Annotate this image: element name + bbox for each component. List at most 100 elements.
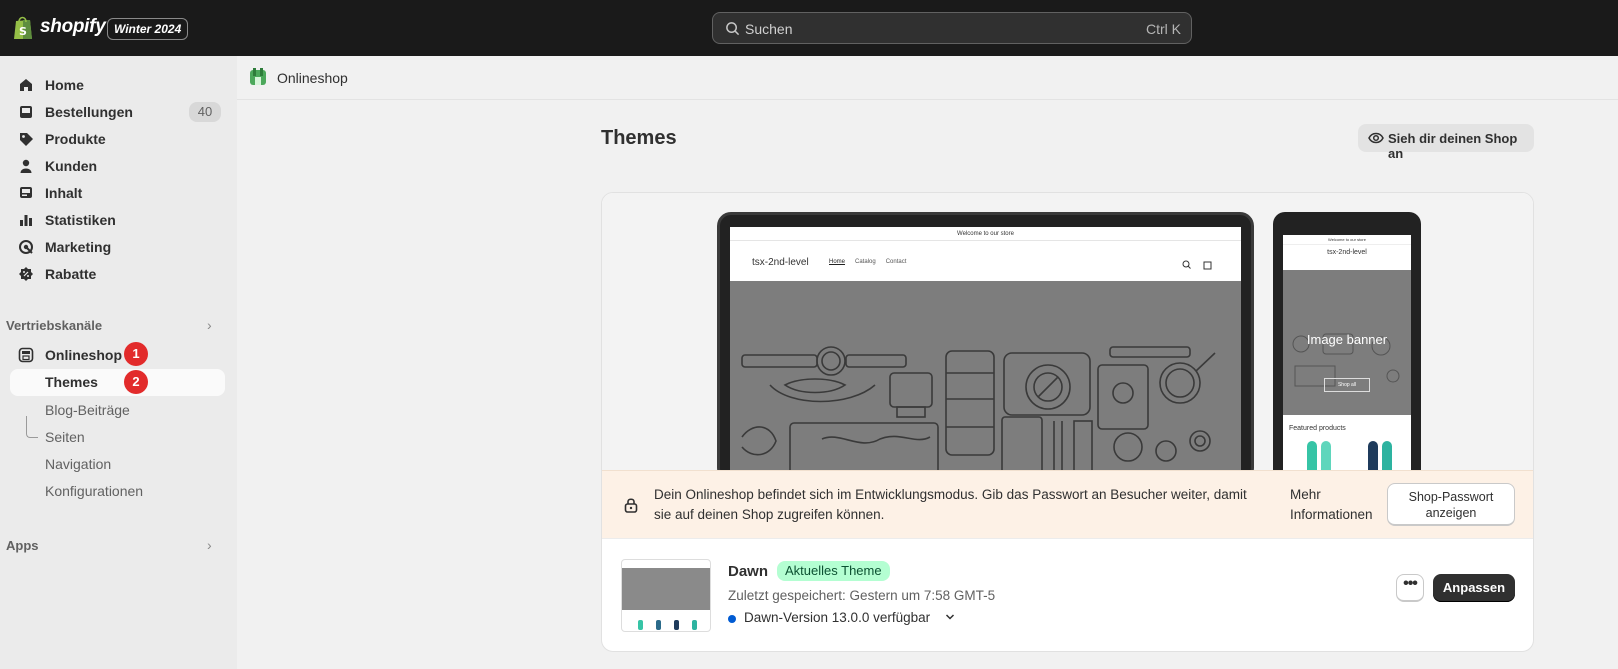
development-mode-text: Dein Onlineshop befindet sich im Entwick…	[654, 487, 1247, 522]
last-saved-text: Zuletzt gespeichert: Gestern um 7:58 GMT…	[728, 588, 996, 603]
chevron-right-icon[interactable]: ›	[207, 537, 212, 553]
sidebar-item-statistiken[interactable]: Statistiken	[10, 207, 225, 233]
logo-text: shopify	[40, 16, 106, 37]
preview-header-icons	[1182, 260, 1212, 270]
update-dot-icon	[728, 615, 736, 623]
orders-icon	[20, 106, 32, 118]
sidebar-item-inhalt[interactable]: Inhalt	[10, 180, 225, 206]
thumbnail-product	[674, 620, 679, 630]
preview-nav: Home Catalog Contact	[829, 259, 906, 265]
sidebar: Home Bestellungen 40 Produkte Kunden Inh…	[0, 56, 237, 669]
home-icon	[20, 79, 32, 91]
sidebar-item-rabatte[interactable]: Rabatte	[10, 261, 225, 287]
development-mode-banner: Dein Onlineshop befindet sich im Entwick…	[602, 470, 1533, 538]
preview-store-name: tsx-2nd-level	[752, 257, 809, 268]
sidebar-item-label: Bestellungen	[45, 104, 133, 120]
sidebar-item-label: Inhalt	[45, 185, 83, 201]
content-icon	[20, 187, 32, 198]
view-shop-label: Sieh dir deinen Shop an	[1388, 131, 1518, 161]
sidebar-item-label: Kunden	[45, 158, 98, 174]
sidebar-item-bestellungen[interactable]: Bestellungen 40	[10, 99, 225, 125]
mobile-announcement: Welcome to our store	[1283, 235, 1411, 245]
sidebar-item-produkte[interactable]: Produkte	[10, 126, 225, 152]
sales-channels-heading[interactable]: Vertriebskanäle	[6, 318, 102, 333]
show-password-button[interactable]: Shop-Passwort anzeigen	[1387, 483, 1515, 526]
chevron-right-icon[interactable]: ›	[207, 317, 212, 333]
sidebar-item-label: Statistiken	[45, 212, 116, 228]
orders-count-badge: 40	[189, 102, 221, 122]
mobile-featured-heading: Featured products	[1289, 425, 1346, 432]
sidebar-item-label: Themes	[45, 374, 98, 390]
step-badge-1: 1	[124, 342, 148, 366]
chevron-down-icon	[945, 614, 955, 620]
sidebar-item-label: Seiten	[45, 429, 85, 445]
top-bar: S shopify Winter 2024 Suchen Ctrl K	[0, 0, 1618, 56]
sidebar-item-label: Konfigurationen	[45, 483, 144, 499]
thumbnail-product	[656, 620, 661, 630]
step-badge-2: 2	[124, 370, 148, 394]
apps-heading[interactable]: Apps	[6, 538, 39, 553]
mobile-screen: Welcome to our store tsx-2nd-level Image…	[1283, 235, 1411, 485]
version-label: Dawn-Version 13.0.0 verfügbar	[744, 610, 931, 625]
chart-icon	[20, 215, 32, 226]
sidebar-item-seiten[interactable]: Seiten	[10, 424, 225, 450]
desktop-preview: Welcome to our store tsx-2nd-level Home …	[717, 212, 1254, 487]
thumbnail-hero	[622, 568, 710, 610]
lock-icon	[624, 498, 638, 513]
target-icon	[19, 240, 33, 254]
sidebar-item-label: Navigation	[45, 456, 112, 472]
eye-icon	[1368, 132, 1384, 144]
sidebar-item-label: Home	[45, 77, 84, 93]
onlineshop-icon	[250, 68, 266, 85]
preview-hero-image	[730, 281, 1241, 487]
mobile-hero-image: Image banner Shop all	[1283, 270, 1411, 415]
discount-icon	[19, 267, 33, 281]
view-shop-button[interactable]: Sieh dir deinen Shop an	[1358, 124, 1534, 161]
sidebar-item-label: Blog-Beiträge	[45, 402, 130, 418]
announcement-bar: Welcome to our store	[730, 227, 1241, 241]
store-icon	[18, 347, 34, 363]
customize-button[interactable]: Anpassen	[1433, 574, 1515, 602]
preview-nav-item: Contact	[885, 259, 907, 265]
theme-thumbnail[interactable]	[621, 559, 711, 632]
sidebar-item-marketing[interactable]: Marketing	[10, 234, 225, 260]
mobile-preview: Welcome to our store tsx-2nd-level Image…	[1273, 212, 1421, 485]
more-actions-button[interactable]: •••	[1396, 574, 1424, 602]
sidebar-item-label: Rabatte	[45, 266, 97, 282]
sidebar-item-themes[interactable]: Themes	[10, 369, 225, 396]
more-info-link[interactable]: Mehr Informationen	[1290, 485, 1386, 525]
shopify-logo[interactable]: S shopify	[12, 14, 106, 40]
sidebar-item-label: Marketing	[45, 239, 112, 255]
search-icon	[726, 22, 740, 36]
person-icon	[20, 159, 32, 173]
preview-nav-item: Catalog	[855, 259, 876, 265]
thumbnail-product	[692, 620, 697, 630]
current-theme-row: Dawn Aktuelles Theme Zuletzt gespeichert…	[602, 538, 1533, 651]
shopify-bag-icon: S	[14, 16, 32, 39]
search-shortcut: Ctrl K	[1146, 21, 1181, 37]
edition-badge: Winter 2024	[107, 18, 189, 40]
search-placeholder: Suchen	[745, 21, 793, 37]
desktop-screen: Welcome to our store tsx-2nd-level Home …	[730, 227, 1241, 487]
sidebar-item-kunden[interactable]: Kunden	[10, 153, 225, 179]
sidebar-item-navigation[interactable]: Navigation	[10, 451, 225, 477]
mobile-shop-all-button: Shop all	[1324, 378, 1370, 392]
mobile-banner-title: Image banner	[1306, 332, 1388, 347]
sidebar-item-label: Onlineshop	[45, 347, 122, 363]
sidebar-item-blog[interactable]: Blog-Beiträge	[10, 397, 225, 423]
search-input[interactable]: Suchen Ctrl K	[712, 12, 1192, 44]
line-art-illustration	[741, 346, 1216, 484]
breadcrumb: Onlineshop	[237, 56, 1618, 100]
current-theme-card: Welcome to our store tsx-2nd-level Home …	[601, 192, 1534, 652]
breadcrumb-label[interactable]: Onlineshop	[277, 70, 348, 86]
sidebar-item-onlineshop[interactable]: Onlineshop	[10, 342, 225, 368]
sidebar-item-label: Produkte	[45, 131, 106, 147]
sidebar-item-home[interactable]: Home	[10, 72, 225, 98]
sidebar-item-konfigurationen[interactable]: Konfigurationen	[10, 478, 225, 504]
thumbnail-product	[638, 620, 643, 630]
current-theme-badge: Aktuelles Theme	[777, 561, 890, 581]
theme-preview[interactable]: Welcome to our store tsx-2nd-level Home …	[602, 193, 1533, 487]
page-title: Themes	[601, 127, 677, 149]
preview-nav-item: Home	[829, 259, 846, 265]
mobile-store-name: tsx-2nd-level	[1327, 249, 1367, 256]
